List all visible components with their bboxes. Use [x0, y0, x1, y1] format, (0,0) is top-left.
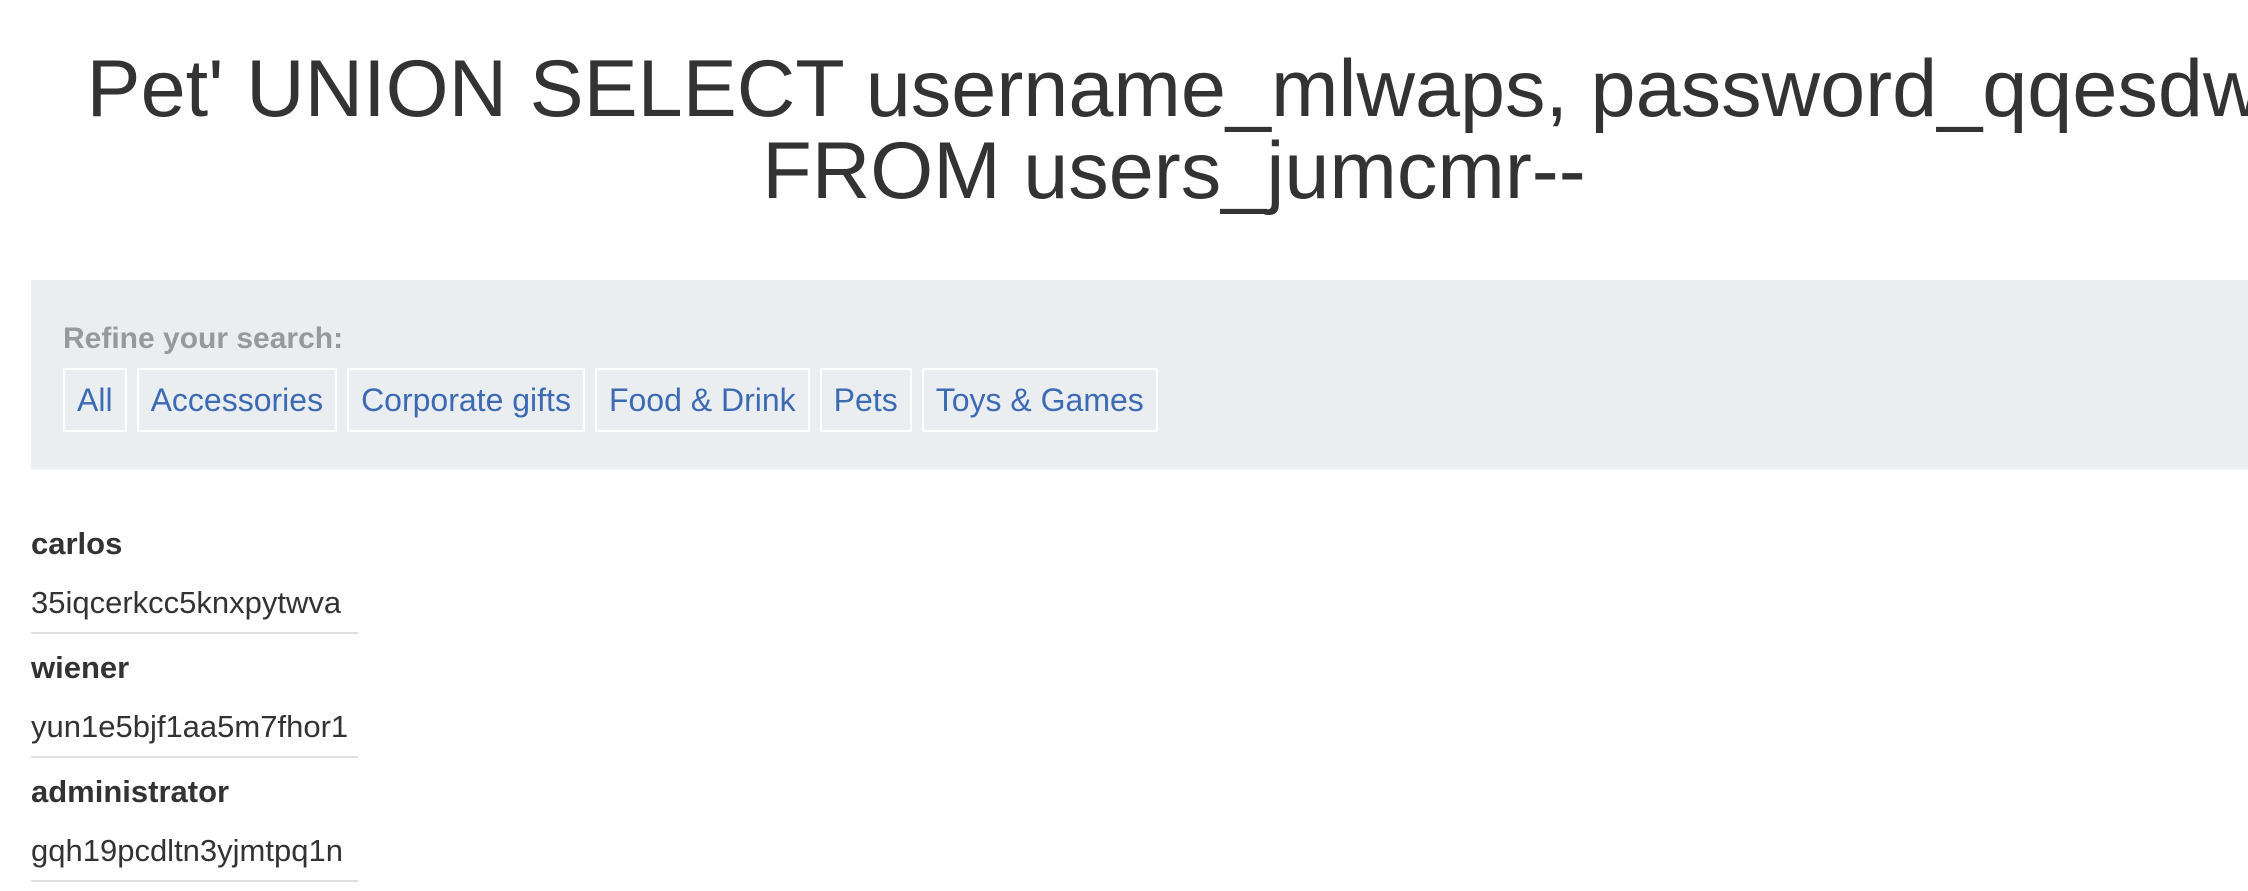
filter-link-accessories[interactable]: Accessories — [136, 368, 338, 432]
result-row: carlos 35iqcerkcc5knxpytwva — [31, 510, 358, 634]
result-username: wiener — [31, 650, 130, 685]
page-title: Pet' UNION SELECT username_mlwaps, passw… — [86, 44, 2248, 216]
result-row: wiener yun1e5bjf1aa5m7fhor1 — [31, 634, 358, 758]
result-row: administrator gqh19pcdltn3yjmtpq1n — [31, 758, 358, 882]
filter-link-all[interactable]: All — [63, 368, 127, 432]
result-username: carlos — [31, 526, 123, 561]
result-username: administrator — [31, 774, 230, 809]
category-filter-list: All Accessories Corporate gifts Food & D… — [63, 368, 1158, 432]
filter-panel: Refine your search: All Accessories Corp… — [31, 280, 2248, 469]
result-password: gqh19pcdltn3yjmtpq1n — [31, 833, 343, 868]
results-list: carlos 35iqcerkcc5knxpytwva wiener yun1e… — [31, 510, 358, 882]
filter-heading: Refine your search: — [63, 322, 344, 355]
filter-link-toys-games[interactable]: Toys & Games — [921, 368, 1158, 432]
filter-link-food-drink[interactable]: Food & Drink — [594, 368, 810, 432]
filter-link-pets[interactable]: Pets — [819, 368, 912, 432]
search-results-page: Pet' UNION SELECT username_mlwaps, passw… — [0, 0, 2248, 891]
result-password: 35iqcerkcc5knxpytwva — [31, 585, 342, 620]
result-password: yun1e5bjf1aa5m7fhor1 — [31, 709, 349, 744]
filter-link-corporate-gifts[interactable]: Corporate gifts — [347, 368, 585, 432]
